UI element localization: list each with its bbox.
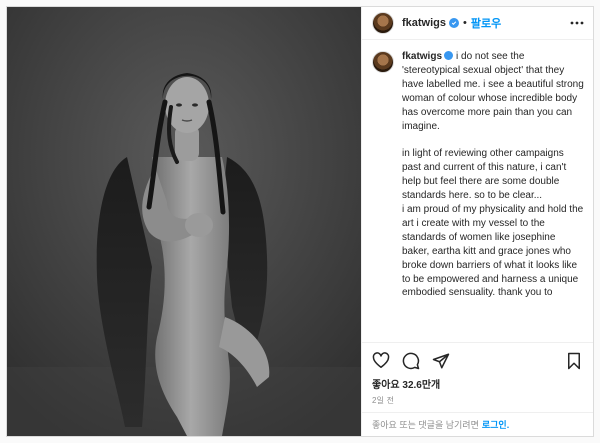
caption-username[interactable]: fkatwigs (402, 51, 442, 62)
verified-badge-icon (449, 18, 460, 28)
caption-author-avatar[interactable] (372, 51, 394, 73)
post-sidebar: fkatwigs • 팔로우 fkatwigs i do not see the … (361, 7, 593, 436)
author-avatar[interactable] (372, 12, 394, 34)
likes-count[interactable]: 좋아요 32.6만개 (362, 378, 593, 394)
bookmark-icon[interactable] (563, 350, 585, 372)
action-bar (362, 342, 593, 378)
comment-icon[interactable] (400, 350, 422, 372)
login-link[interactable]: 로그인. (482, 418, 509, 431)
comment-prompt: 좋아요 또는 댓글을 남기려면 (372, 420, 479, 430)
caption-text: fkatwigs i do not see the 'stereotypical … (402, 50, 584, 342)
instagram-post: fkatwigs • 팔로우 fkatwigs i do not see the … (6, 6, 594, 437)
follow-button[interactable]: 팔로우 (471, 15, 501, 31)
caption-verified-badge-icon (444, 51, 454, 60)
photo-image (7, 7, 361, 436)
heart-icon[interactable] (370, 350, 392, 372)
more-options-icon[interactable] (569, 15, 585, 31)
post-photo[interactable] (7, 7, 361, 436)
caption-area: fkatwigs i do not see the 'stereotypical … (362, 40, 593, 342)
comment-login-bar: 좋아요 또는 댓글을 남기려면 로그인. (362, 412, 593, 436)
author-username[interactable]: fkatwigs (402, 17, 446, 29)
post-header: fkatwigs • 팔로우 (362, 7, 593, 40)
share-icon[interactable] (430, 350, 452, 372)
separator-dot: • (463, 17, 467, 29)
caption-body: i do not see the 'stereotypical sexual o… (402, 51, 584, 299)
post-timestamp[interactable]: 2일 전 (362, 394, 593, 412)
